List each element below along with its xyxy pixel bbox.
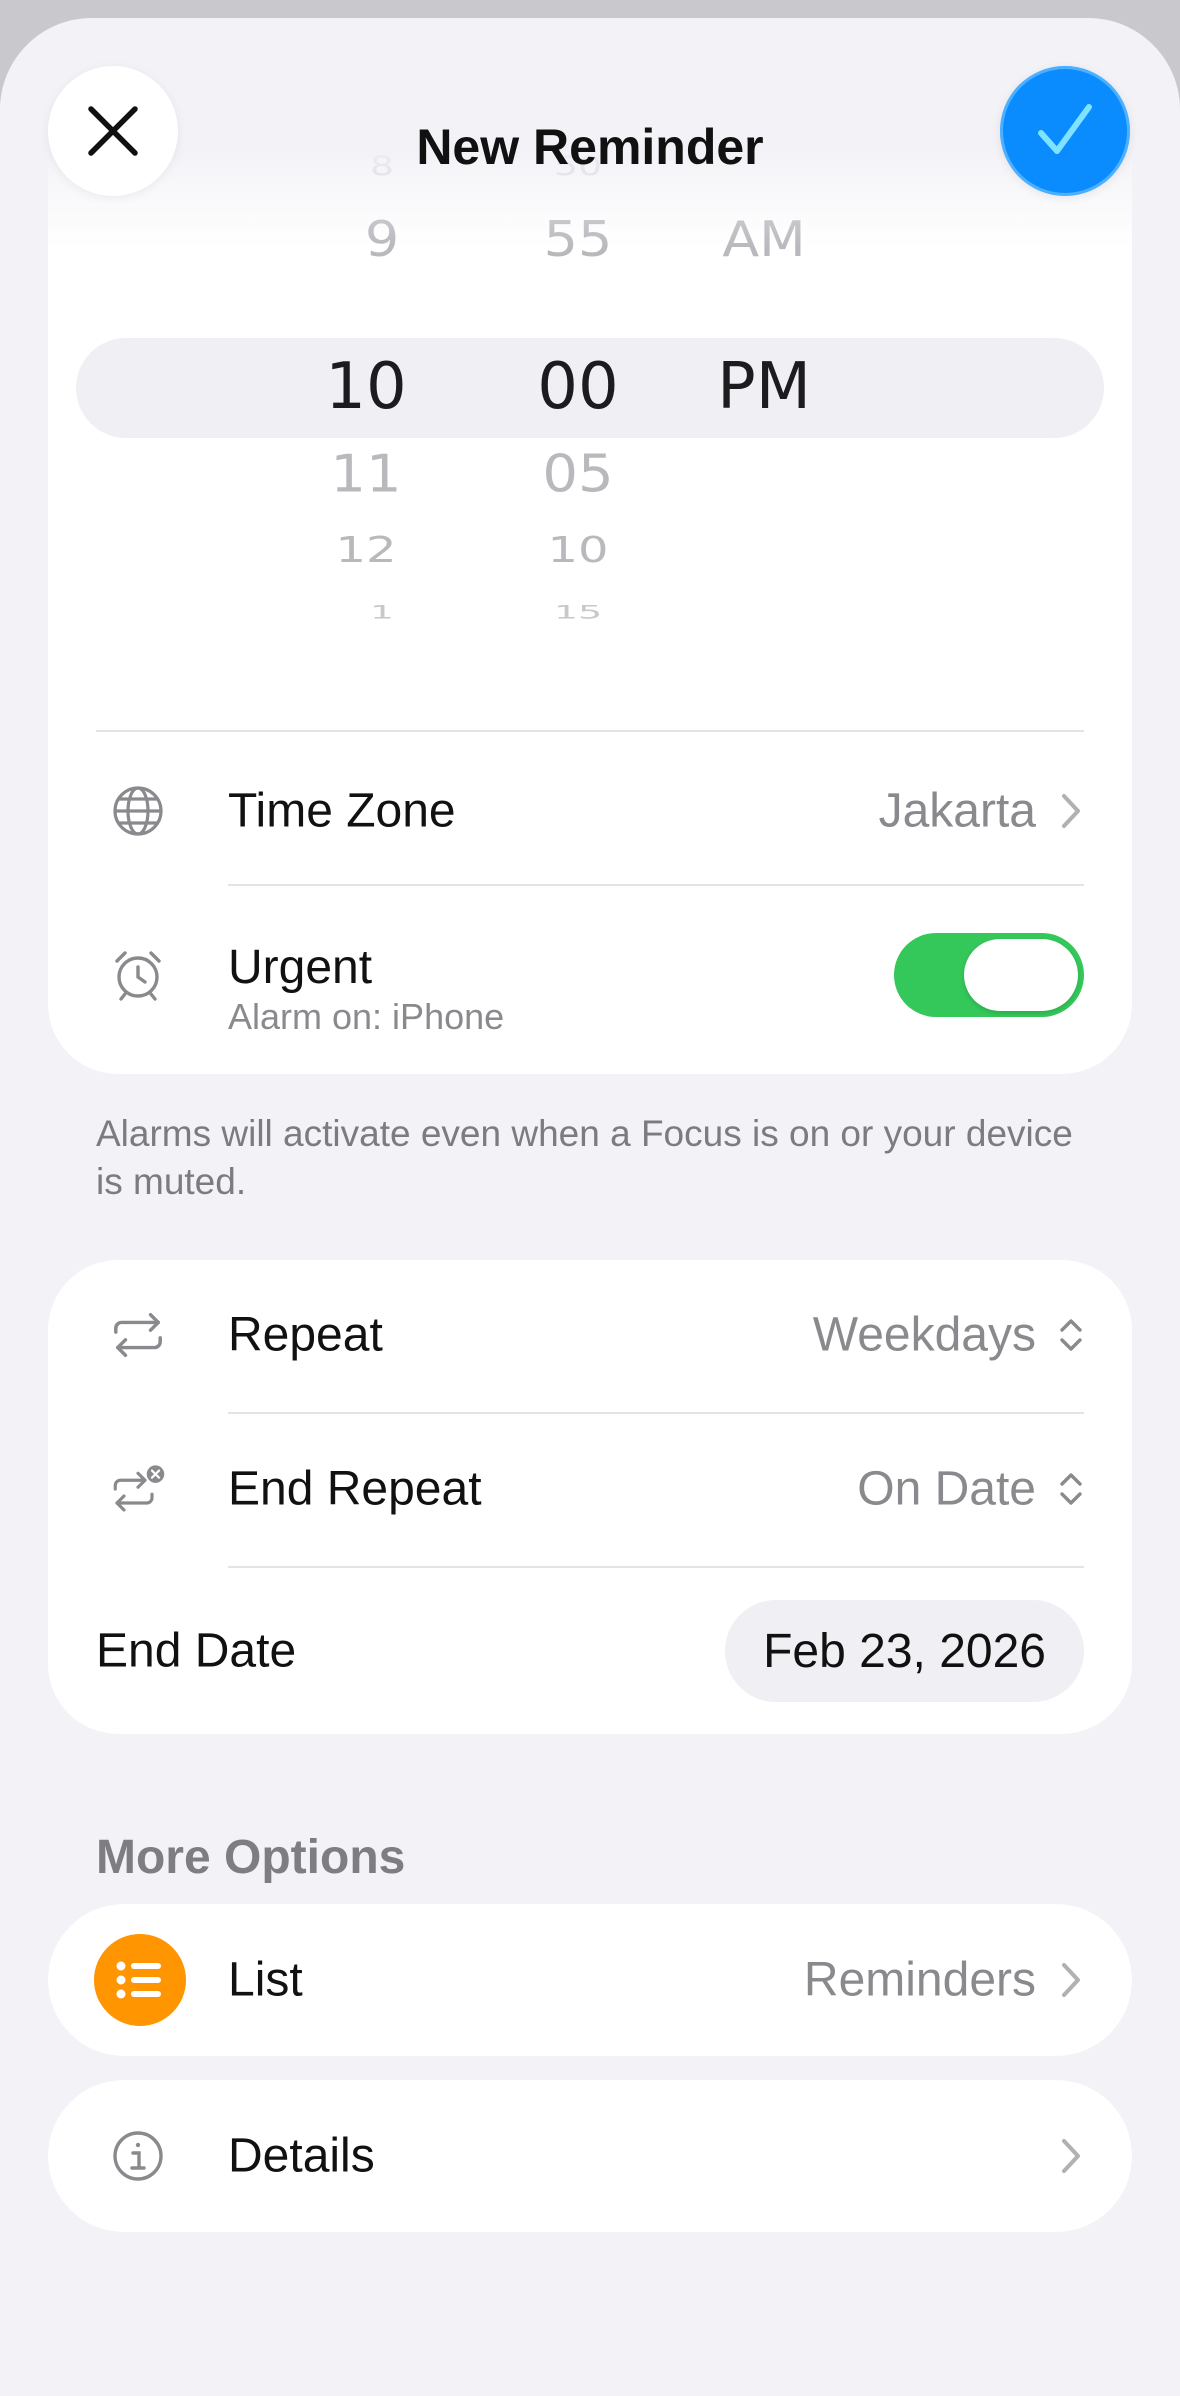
more-options-header: More Options xyxy=(96,1831,406,1884)
repeat-off-icon xyxy=(110,1461,166,1517)
globe-icon xyxy=(110,783,166,839)
divider xyxy=(96,730,1084,732)
chevron-right-icon xyxy=(1056,2134,1086,2178)
time-zone-value: Jakarta xyxy=(878,784,1036,838)
picker-minute[interactable]: 10 xyxy=(488,529,668,571)
time-zone-label: Time Zone xyxy=(228,784,456,838)
done-button[interactable] xyxy=(1000,66,1130,196)
toggle-knob xyxy=(964,939,1078,1011)
repeat-card: Repeat Weekdays End Repeat On Date End D… xyxy=(48,1260,1132,1734)
urgent-label: Urgent xyxy=(228,941,373,994)
repeat-value: Weekdays xyxy=(812,1308,1036,1362)
end-date-label: End Date xyxy=(96,1624,297,1678)
chevron-right-icon xyxy=(1056,789,1086,833)
chevron-up-down-icon xyxy=(1056,1467,1086,1511)
picker-hour[interactable]: 1 xyxy=(292,601,472,623)
repeat-icon xyxy=(110,1307,166,1363)
info-icon xyxy=(110,2128,166,2184)
chevron-up-down-icon xyxy=(1056,1313,1086,1357)
picker-minute-selected[interactable]: 00 xyxy=(488,350,668,424)
list-row[interactable]: List Reminders xyxy=(48,1904,1132,2056)
picker-period-selected[interactable]: PM xyxy=(674,350,854,424)
time-zone-row[interactable]: Time Zone Jakarta xyxy=(48,736,1132,886)
repeat-label: Repeat xyxy=(228,1308,383,1362)
urgent-sublabel: Alarm on: iPhone xyxy=(228,996,505,1037)
chevron-right-icon xyxy=(1056,1958,1086,2002)
list-label: List xyxy=(228,1953,303,2007)
picker-minute[interactable]: 15 xyxy=(488,601,668,623)
end-date-row: End Date Feb 23, 2026 xyxy=(48,1568,1132,1734)
list-value: Reminders xyxy=(803,1953,1036,2007)
end-repeat-row[interactable]: End Repeat On Date xyxy=(48,1414,1132,1564)
urgent-toggle[interactable] xyxy=(894,933,1084,1017)
picker-hour-selected[interactable]: 10 xyxy=(276,350,456,424)
list-icon xyxy=(94,1934,186,2026)
time-card: 8 9 10 11 12 1 50 55 00 05 10 15 AM PM xyxy=(48,151,1132,1074)
details-card[interactable]: Details xyxy=(48,2080,1132,2232)
end-date-picker[interactable]: Feb 23, 2026 xyxy=(725,1600,1084,1702)
alarm-footnote: Alarms will activate even when a Focus i… xyxy=(96,1113,1073,1202)
checkmark-icon xyxy=(1038,104,1092,154)
picker-hour[interactable]: 12 xyxy=(276,529,456,571)
details-label: Details xyxy=(228,2129,375,2183)
list-card[interactable]: List Reminders xyxy=(48,1904,1132,2056)
picker-hour[interactable]: 11 xyxy=(276,445,456,505)
reminder-sheet: 8 9 10 11 12 1 50 55 00 05 10 15 AM PM xyxy=(0,18,1180,2396)
alarm-clock-icon xyxy=(110,947,166,1003)
details-row[interactable]: Details xyxy=(48,2080,1132,2232)
urgent-row: Urgent Alarm on: iPhone xyxy=(48,890,1132,1060)
end-repeat-value: On Date xyxy=(857,1462,1036,1516)
divider xyxy=(228,884,1084,886)
end-repeat-label: End Repeat xyxy=(228,1462,482,1516)
repeat-row[interactable]: Repeat Weekdays xyxy=(48,1260,1132,1410)
picker-minute[interactable]: 05 xyxy=(488,445,668,505)
